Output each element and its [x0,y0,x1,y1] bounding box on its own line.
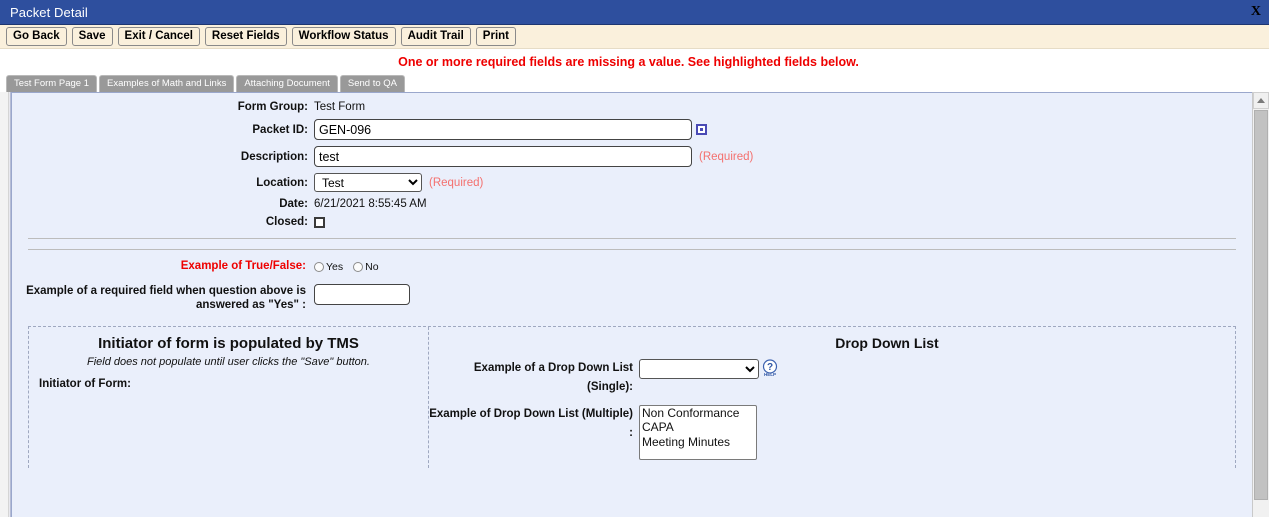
initiator-of-form-label: Initiator of Form: [39,378,131,390]
conditional-required-input[interactable] [314,284,410,305]
print-button[interactable]: Print [475,27,516,46]
radio-no-icon[interactable] [353,262,364,272]
true-false-label: Example of True/False: [180,260,306,272]
window-titlebar: Packet Detail X [0,0,1269,25]
form-group-label: Form Group: [237,101,308,113]
date-value: 6/21/2021 8:55:45 AM [314,198,427,210]
form-group-row: Form Group: Test Form [12,101,1252,113]
description-row: Description: (Required) [12,146,1252,167]
date-row: Date: 6/21/2021 8:55:45 AM [12,198,1252,210]
help-icon[interactable]: ? HELP [761,359,779,377]
packet-id-label: Packet ID: [252,123,308,136]
tab-examples-of-math-and-links[interactable]: Examples of Math and Links [98,75,235,92]
toolbar: Go Back Save Exit / Cancel Reset Fields … [0,25,1269,49]
tab-attaching-document[interactable]: Attaching Document [236,75,338,92]
closed-row: Closed: [12,216,1252,228]
go-back-button[interactable]: Go Back [6,27,67,46]
packet-id-row: Packet ID: [12,119,1252,140]
dropdown-multiple-option[interactable]: CAPA [640,420,756,434]
form-header-fields: Form Group: Test Form Packet ID: Descrip… [12,93,1252,228]
dropdown-multiple-row: Example of Drop Down List (Multiple) : N… [429,405,1225,460]
scrollbar-thumb[interactable] [1254,110,1268,500]
true-false-option-no[interactable]: No [353,261,379,273]
initiator-panel-subtitle: Field does not populate until user click… [87,356,370,368]
closed-checkbox[interactable] [314,216,325,228]
true-false-radio-group: Yes No [314,260,379,272]
dropdown-multiple-option[interactable]: Meeting Minutes [640,435,756,449]
window-title: Packet Detail [10,4,88,20]
conditional-required-label-line1: Example of a required field when questio… [26,285,306,297]
vertical-scrollbar[interactable] [1252,92,1269,517]
tab-send-to-qa[interactable]: Send to QA [339,75,405,92]
true-false-option-yes[interactable]: Yes [314,262,343,272]
dropdown-multiple-select[interactable]: Non Conformance CAPA Meeting Minutes [639,405,757,460]
dropdown-panel-title: Drop Down List [835,335,939,351]
description-input[interactable] [314,146,692,167]
reset-fields-button[interactable]: Reset Fields [204,27,287,46]
location-required-note: (Required) [429,176,484,189]
conditional-required-row: Example of a required field when questio… [12,284,1252,312]
initiator-panel: Initiator of form is populated by TMS Fi… [29,327,429,468]
dropdown-single-label: Example of a Drop Down List (Single): [473,362,633,393]
workflow-status-button[interactable]: Workflow Status [291,27,396,46]
description-label: Description: [240,150,308,163]
conditional-required-label-line2: answered as "Yes" : [196,299,306,311]
content-frame: Form Group: Test Form Packet ID: Descrip… [0,92,1269,517]
dropdown-multiple-option[interactable]: Non Conformance [640,406,756,420]
date-label: Date: [279,198,308,210]
dropdown-multiple-label: Example of Drop Down List (Multiple) : [429,408,633,439]
tab-test-form-page-1[interactable]: Test Form Page 1 [6,75,97,92]
section-divider-top [28,238,1236,239]
bottom-panels: Initiator of form is populated by TMS Fi… [28,326,1236,468]
true-false-row: Example of True/False: Yes No [12,260,1252,272]
location-label: Location: [256,176,308,189]
close-window-button[interactable]: X [1251,5,1261,19]
left-gutter [0,92,11,517]
description-required-note: (Required) [699,150,754,163]
dropdown-single-row: Example of a Drop Down List (Single): ? … [429,359,1225,397]
dropdown-single-select[interactable] [639,359,759,379]
save-button[interactable]: Save [71,27,113,46]
audit-trail-button[interactable]: Audit Trail [400,27,471,46]
form-content-area: Form Group: Test Form Packet ID: Descrip… [11,92,1252,517]
packet-id-input[interactable] [314,119,692,140]
form-group-value: Test Form [314,101,366,113]
radio-yes-label: Yes [326,261,344,273]
conditional-required-label: Example of a required field when questio… [12,284,314,312]
svg-text:HELP: HELP [764,372,776,377]
radio-yes-icon[interactable] [314,262,324,272]
copy-icon[interactable] [696,124,707,135]
location-select[interactable]: Test [314,173,422,192]
validation-error-text: One or more required fields are missing … [398,55,859,69]
tab-strip: Test Form Page 1 Examples of Math and Li… [0,75,1269,92]
exit-cancel-button[interactable]: Exit / Cancel [117,27,200,46]
dropdown-panel: Drop Down List Example of a Drop Down Li… [429,327,1235,468]
closed-label: Closed: [265,216,308,228]
section-divider-bottom [28,249,1236,250]
validation-error-banner: One or more required fields are missing … [0,49,1269,75]
radio-no-label: No [365,261,379,273]
location-row: Location: Test (Required) [12,173,1252,192]
scroll-up-button[interactable] [1253,92,1269,109]
initiator-panel-title: Initiator of form is populated by TMS [98,335,359,352]
